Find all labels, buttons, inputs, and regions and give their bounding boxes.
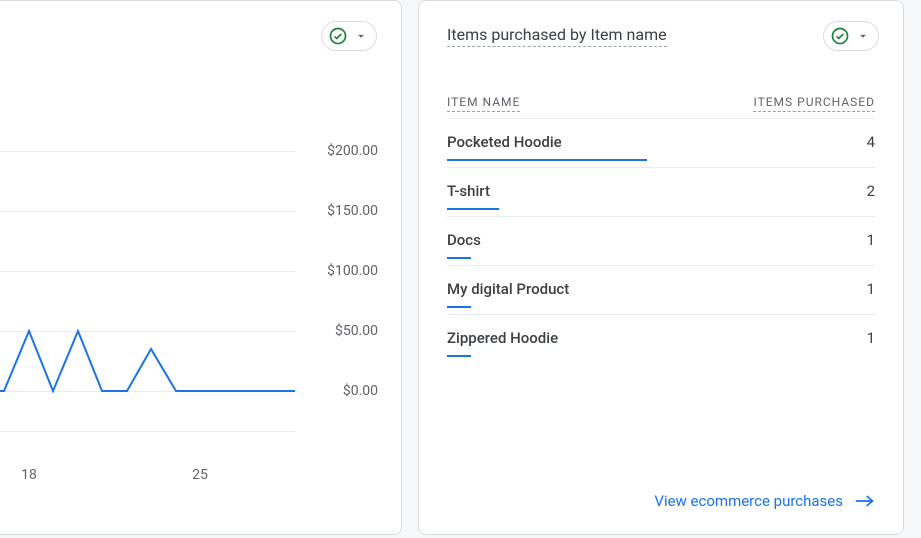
x-tick-label: 18	[21, 467, 37, 483]
table-row: T-shirt 2	[447, 167, 875, 216]
table-row: Docs 1	[447, 216, 875, 265]
table-row: Pocketed Hoodie 4	[447, 118, 875, 167]
item-value: 2	[867, 182, 875, 200]
y-tick-label: $100.00	[298, 263, 378, 279]
y-tick-label: $200.00	[298, 143, 378, 159]
x-tick-label: 25	[192, 467, 208, 483]
table-row: My digital Product 1	[447, 265, 875, 314]
view-ecommerce-purchases-link[interactable]: View ecommerce purchases	[654, 492, 875, 510]
y-axis-labels: $200.00 $150.00 $100.00 $50.00 $0.00	[298, 143, 378, 399]
item-name: My digital Product	[447, 280, 569, 298]
value-bar	[447, 306, 471, 308]
y-tick-label: $150.00	[298, 203, 378, 219]
value-bar	[447, 257, 471, 259]
chevron-down-icon	[354, 29, 368, 43]
revenue-chart-card: $200.00 $150.00 $100.00 $50.00 $0.00 18 …	[0, 0, 402, 535]
status-pill[interactable]	[823, 21, 879, 51]
value-bar	[447, 208, 499, 210]
item-value: 4	[867, 133, 875, 151]
card-title: Items purchased by Item name	[447, 25, 667, 47]
column-header-value: ITEMS PURCHASED	[753, 95, 875, 112]
item-value: 1	[867, 329, 875, 347]
arrow-right-icon	[855, 493, 875, 509]
chevron-down-icon	[856, 29, 870, 43]
table-row: Zippered Hoodie 1	[447, 314, 875, 363]
line-chart-svg	[0, 141, 295, 401]
item-name: T-shirt	[447, 182, 490, 200]
item-name: Docs	[447, 231, 481, 249]
footer-link-label: View ecommerce purchases	[654, 492, 843, 510]
value-bar	[447, 355, 471, 357]
item-name: Pocketed Hoodie	[447, 133, 562, 151]
line-chart: $200.00 $150.00 $100.00 $50.00 $0.00 18 …	[0, 141, 402, 461]
value-bar	[447, 159, 647, 161]
items-table: ITEM NAME ITEMS PURCHASED Pocketed Hoodi…	[447, 95, 875, 363]
check-circle-icon	[830, 26, 850, 46]
check-circle-icon	[328, 26, 348, 46]
item-value: 1	[867, 280, 875, 298]
status-pill[interactable]	[321, 21, 377, 51]
items-purchased-card: Items purchased by Item name ITEM NAME I…	[418, 0, 904, 535]
y-tick-label: $50.00	[298, 323, 378, 339]
item-value: 1	[867, 231, 875, 249]
item-name: Zippered Hoodie	[447, 329, 558, 347]
y-tick-label: $0.00	[298, 383, 378, 399]
column-header-name: ITEM NAME	[447, 95, 520, 112]
